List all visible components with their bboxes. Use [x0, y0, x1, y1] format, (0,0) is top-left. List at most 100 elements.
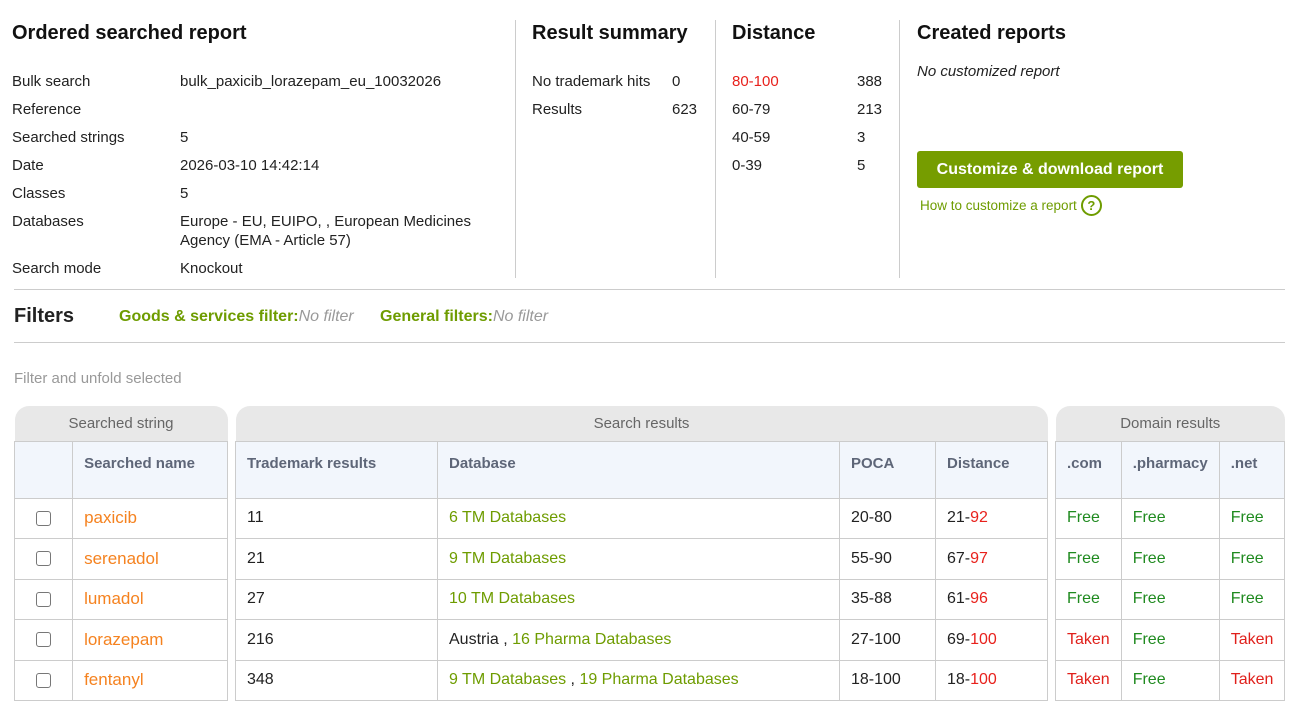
database-cell: 9 TM Databases , 19 Pharma Databases	[437, 659, 840, 701]
distance-value: 3	[857, 129, 866, 146]
goods-services-filter[interactable]: Goods & services filter:No filter	[119, 308, 354, 326]
distance-low: 18-	[947, 671, 971, 689]
distance-cell: 61-96	[935, 578, 1048, 620]
database-link[interactable]: 6 TM Databases	[449, 509, 566, 526]
distance-high: 96	[970, 590, 988, 608]
domain-net-status: Free	[1218, 497, 1286, 539]
table-row: 21 9 TM Databases 55-90 67-97	[235, 538, 1048, 580]
searched-name-link[interactable]: fentanyl	[72, 659, 228, 701]
searched-string-table: Searched string Searched name paxicib ser…	[13, 406, 228, 701]
group-header-domain: Domain results	[1055, 406, 1285, 441]
poca-value: 27-100	[839, 619, 936, 661]
domain-com-status: Free	[1055, 538, 1122, 580]
distance-low: 21-	[947, 509, 971, 527]
searched-name-link[interactable]: serenadol	[72, 538, 228, 580]
table-row: fentanyl	[13, 659, 228, 701]
report-title: Ordered searched report	[12, 22, 247, 44]
divider	[899, 20, 900, 278]
trademark-count: 21	[235, 538, 438, 580]
searched-name-link[interactable]: lorazepam	[72, 619, 228, 661]
table-row: 11 6 TM Databases 20-80 21-92	[235, 497, 1048, 539]
database-text: ,	[566, 671, 580, 689]
poca-value: 18-100	[839, 659, 936, 701]
database-link[interactable]: 19 Pharma Databases	[579, 671, 738, 688]
table-row: 216 Austria , 16 Pharma Databases 27-100 69…	[235, 619, 1048, 661]
distance-low: 67-	[947, 549, 971, 567]
table-row: Taken Free Taken	[1055, 619, 1286, 661]
searched-name-link[interactable]: lumadol	[72, 578, 228, 620]
table-row: paxicib	[13, 497, 228, 539]
filter-unfold-selected-button[interactable]: Filter and unfold selected	[14, 370, 182, 387]
table-row: Taken Free Taken	[1055, 659, 1286, 701]
domain-pharmacy-status: Free	[1120, 538, 1220, 580]
distance-label: 0-39	[732, 157, 763, 174]
general-filters[interactable]: General filters:No filter	[380, 308, 548, 326]
domain-net-status: Free	[1218, 538, 1286, 580]
row-checkbox[interactable]	[36, 591, 52, 607]
database-cell: 9 TM Databases	[437, 538, 840, 580]
report-label: Search mode	[12, 260, 102, 277]
distance-cell: 69-100	[935, 619, 1048, 661]
distance-value: 213	[857, 101, 883, 118]
report-label: Date	[12, 157, 44, 174]
report-value: 5	[180, 129, 189, 146]
table-row: lorazepam	[13, 619, 228, 661]
created-reports-title: Created reports	[917, 22, 1066, 44]
domain-results-table: Domain results .com .pharmacy .net Free Fre…	[1055, 406, 1286, 701]
domain-net-status: Taken	[1218, 619, 1286, 661]
table-row: 27 10 TM Databases 35-88 61-96	[235, 578, 1048, 620]
distance-value: 388	[857, 73, 883, 90]
summary-label: Results	[532, 101, 583, 118]
domain-com-status: Free	[1055, 578, 1122, 620]
select-cell	[13, 578, 74, 620]
distance-cell: 67-97	[935, 538, 1048, 580]
trademark-count: 348	[235, 659, 438, 701]
distance-label: 80-100	[732, 73, 779, 90]
domain-com-status: Taken	[1055, 619, 1122, 661]
customize-download-button[interactable]: Customize & download report	[917, 151, 1183, 188]
row-checkbox[interactable]	[36, 632, 52, 648]
no-report-text: No customized report	[917, 63, 1060, 80]
report-label: Databases	[12, 213, 84, 230]
report-value: 2026-03-10 14:42:14	[180, 157, 320, 174]
help-link[interactable]: How to customize a report?	[920, 195, 1102, 216]
filter-value: No filter	[298, 308, 354, 325]
distance-high: 97	[970, 549, 988, 567]
domain-pharmacy-status: Free	[1120, 578, 1220, 620]
database-link[interactable]: 9 TM Databases	[449, 671, 566, 688]
row-checkbox[interactable]	[36, 510, 52, 526]
report-label: Reference	[12, 101, 82, 118]
search-results-table: Search results Trademark results Database…	[235, 406, 1048, 701]
domain-net-status: Taken	[1218, 659, 1286, 701]
table-row: Free Free Free	[1055, 497, 1286, 539]
column-header-pharmacy: .pharmacy	[1120, 440, 1220, 499]
column-header-tm: Trademark results	[235, 440, 438, 499]
table-row: Free Free Free	[1055, 578, 1286, 620]
select-cell	[13, 619, 74, 661]
question-icon: ?	[1080, 195, 1102, 216]
column-header-net: .net	[1218, 440, 1286, 499]
filter-label: General filters:	[380, 308, 493, 325]
column-header-distance: Distance	[935, 440, 1048, 499]
row-checkbox[interactable]	[36, 551, 52, 567]
poca-value: 35-88	[839, 578, 936, 620]
distance-cell: 18-100	[935, 659, 1048, 701]
row-checkbox[interactable]	[36, 672, 52, 688]
database-cell: 6 TM Databases	[437, 497, 840, 539]
filters-title: Filters	[14, 305, 75, 327]
select-cell	[13, 497, 74, 539]
table-row: lumadol	[13, 578, 228, 620]
searched-name-link[interactable]: paxicib	[72, 497, 228, 539]
report-label: Classes	[12, 185, 66, 202]
trademark-count: 216	[235, 619, 438, 661]
trademark-count: 27	[235, 578, 438, 620]
select-column-header	[13, 440, 74, 499]
distance-high: 100	[970, 630, 997, 648]
distance-cell: 21-92	[935, 497, 1048, 539]
divider	[515, 20, 516, 278]
database-link[interactable]: 9 TM Databases	[449, 550, 566, 567]
database-link[interactable]: 16 Pharma Databases	[512, 631, 671, 648]
distance-high: 100	[970, 671, 997, 689]
distance-label: 60-79	[732, 101, 771, 118]
database-link[interactable]: 10 TM Databases	[449, 590, 575, 607]
